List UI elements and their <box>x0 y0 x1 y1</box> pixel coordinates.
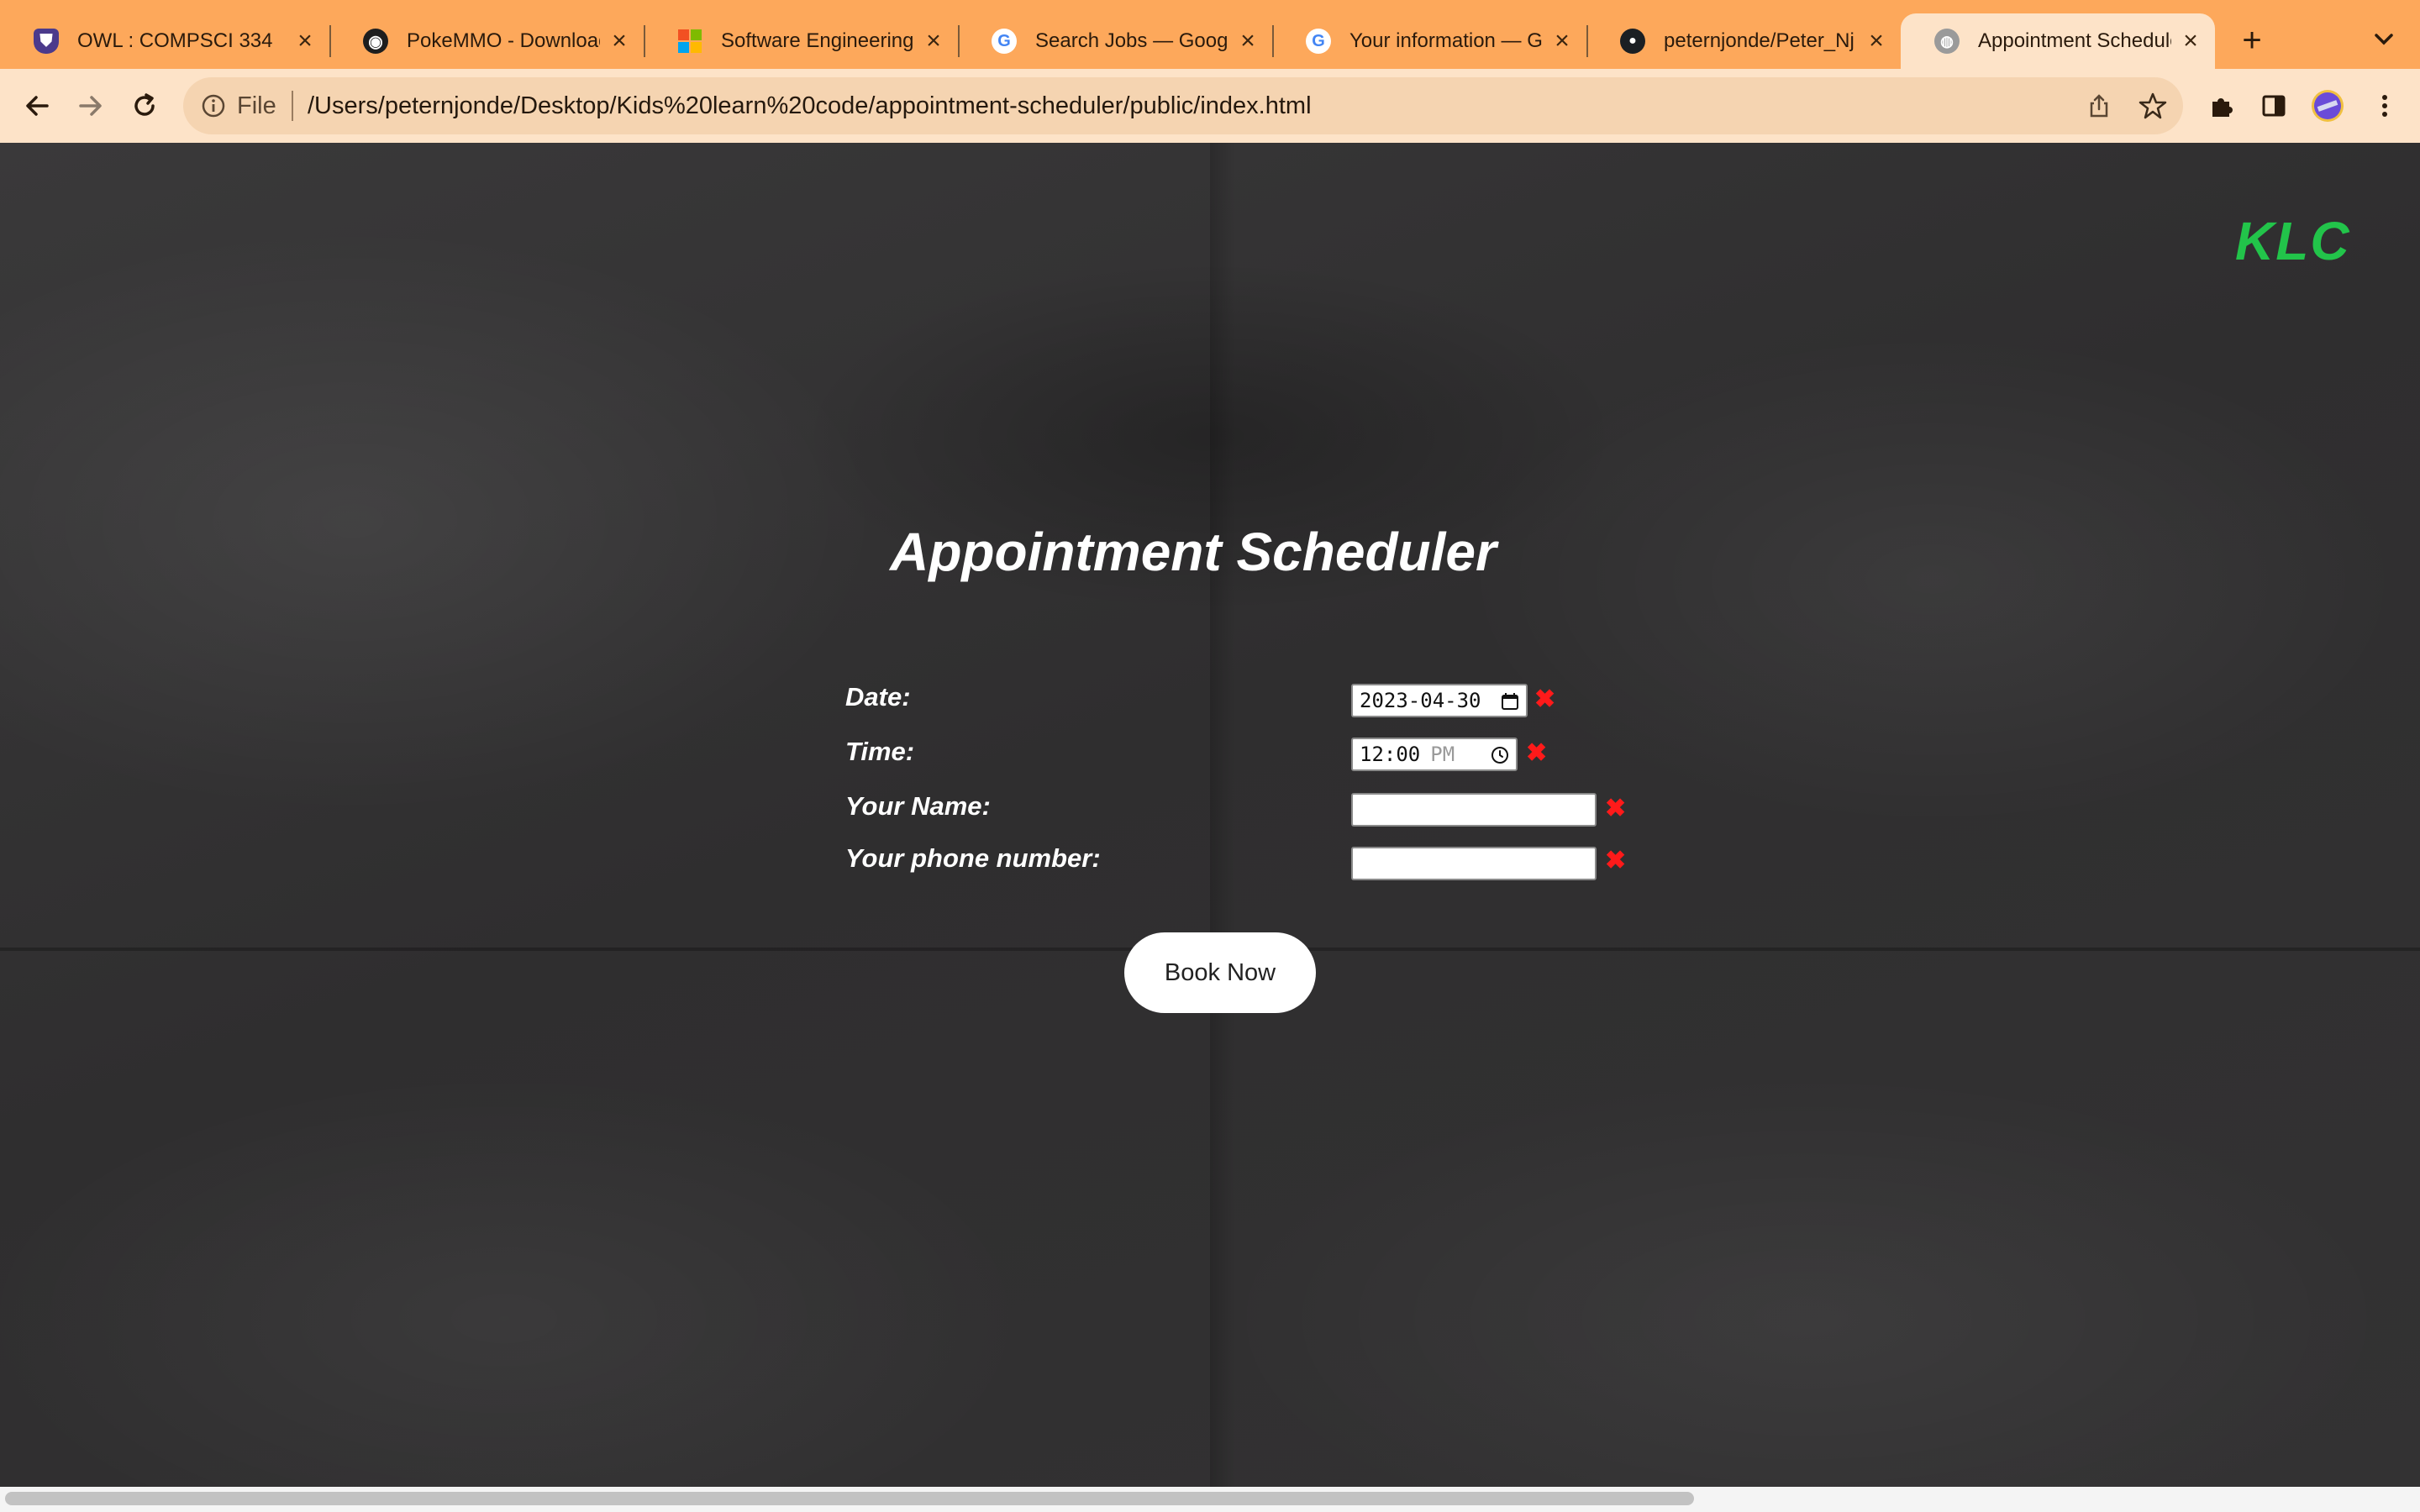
page-viewport: KLC Appointment Scheduler Date: 2023-04-… <box>0 143 2420 1487</box>
google-icon: G <box>1306 29 1331 54</box>
new-tab-button[interactable]: + <box>2233 22 2270 59</box>
site-logo[interactable]: KLC <box>2235 210 2351 272</box>
browser-tab-strip: ⛊ OWL : COMPSCI 334 × ◉ PokeMMO - Downlo… <box>0 0 2420 69</box>
time-value: 12:00 <box>1360 743 1421 766</box>
back-button[interactable] <box>18 87 55 124</box>
tab-search-chevron-icon[interactable] <box>2370 25 2398 54</box>
tab-appointment-scheduler[interactable]: ◍ Appointment Scheduler × <box>1901 13 2215 69</box>
date-invalid-icon: ✖ <box>1534 685 1556 713</box>
name-input[interactable] <box>1360 794 1595 826</box>
browser-toolbar: File /Users/peternjonde/Desktop/Kids%20l… <box>0 69 2420 144</box>
clock-icon[interactable] <box>1491 746 1509 764</box>
date-value: 2023-04-30 <box>1360 689 1481 712</box>
google-icon: G <box>992 29 1017 54</box>
close-icon[interactable]: × <box>1864 27 1889 55</box>
forward-button[interactable] <box>72 87 109 124</box>
name-field[interactable] <box>1351 793 1597 827</box>
horizontal-scrollbar-thumb[interactable] <box>5 1492 1694 1505</box>
reload-button[interactable] <box>126 87 163 124</box>
close-icon[interactable]: × <box>1235 27 1260 55</box>
page-title: Appointment Scheduler <box>890 522 1497 582</box>
tab-title: PokeMMO - Download <box>407 29 600 52</box>
time-label: Time: <box>845 737 915 766</box>
profile-avatar[interactable] <box>2311 89 2344 123</box>
address-bar[interactable]: File /Users/peternjonde/Desktop/Kids%20l… <box>183 77 2183 134</box>
tab-title: OWL : COMPSCI 334 <box>77 29 273 52</box>
phone-field[interactable] <box>1351 847 1597 880</box>
side-panel-icon[interactable] <box>2257 89 2291 123</box>
reload-icon <box>134 93 155 116</box>
close-icon[interactable]: × <box>921 27 946 55</box>
bookmark-star-icon[interactable] <box>2138 91 2168 121</box>
scheme-label: File <box>237 92 276 119</box>
close-icon[interactable]: × <box>1549 27 1575 55</box>
tab-software-engineering[interactable]: Software Engineering × <box>644 13 960 69</box>
close-icon[interactable]: × <box>292 27 318 55</box>
name-label: Your Name: <box>845 791 991 821</box>
phone-invalid-icon: ✖ <box>1605 847 1627 874</box>
book-now-button[interactable]: Book Now <box>1124 932 1316 1013</box>
name-invalid-icon: ✖ <box>1605 795 1627 822</box>
close-icon[interactable]: × <box>2178 27 2203 55</box>
tab-title: Appointment Scheduler <box>1978 29 2171 52</box>
back-arrow-icon <box>26 96 49 116</box>
time-input[interactable]: 12:00 PM <box>1351 738 1518 771</box>
time-invalid-icon: ✖ <box>1526 739 1548 767</box>
address-divider <box>292 91 293 121</box>
close-icon[interactable]: × <box>607 27 632 55</box>
forward-arrow-icon <box>79 96 102 116</box>
phone-label: Your phone number: <box>845 843 1101 873</box>
tab-pokemmo[interactable]: ◉ PokeMMO - Download × <box>329 13 645 69</box>
github-icon: ● <box>1620 29 1645 54</box>
info-icon[interactable] <box>200 92 227 119</box>
microsoft-icon <box>677 29 702 54</box>
address-url[interactable]: /Users/peternjonde/Desktop/Kids%20learn%… <box>308 92 1312 120</box>
tab-title: Software Engineering <box>721 29 914 52</box>
pokemmo-icon: ◉ <box>363 29 388 54</box>
background-seam <box>1210 143 1235 1487</box>
time-ampm: PM <box>1430 743 1455 766</box>
share-icon[interactable] <box>2086 92 2112 119</box>
tab-your-information[interactable]: G Your information — Google × <box>1272 13 1588 69</box>
tab-title: peternjonde/Peter_Nj <box>1664 29 1854 52</box>
tab-title: Search Jobs — Google <box>1035 29 1228 52</box>
tab-title: Your information — Google <box>1349 29 1543 52</box>
tab-github[interactable]: ● peternjonde/Peter_Nj × <box>1586 13 1901 69</box>
date-input[interactable]: 2023-04-30 <box>1351 684 1528 717</box>
owl-shield-icon: ⛊ <box>34 29 59 54</box>
browser-menu-kebab-icon[interactable] <box>2368 89 2402 123</box>
date-label: Date: <box>845 682 911 711</box>
phone-input[interactable] <box>1360 848 1595 879</box>
tab-search-jobs[interactable]: G Search Jobs — Google × <box>958 13 1274 69</box>
tab-owl[interactable]: ⛊ OWL : COMPSCI 334 × <box>0 13 331 69</box>
calendar-icon[interactable] <box>1501 692 1519 711</box>
globe-icon: ◍ <box>1934 29 1960 54</box>
extensions-puzzle-icon[interactable] <box>2205 89 2238 123</box>
